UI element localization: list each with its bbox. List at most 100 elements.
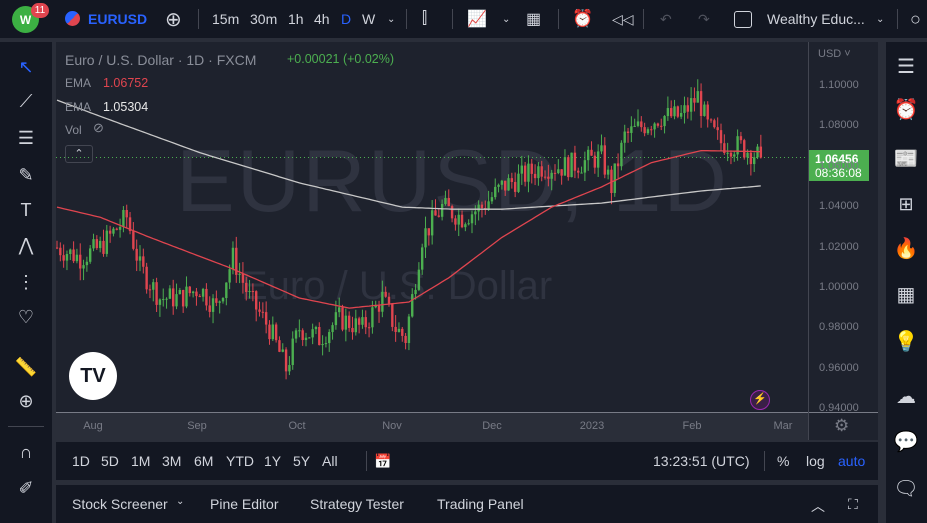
collapse-legend-button[interactable]: ⌃ [65, 145, 93, 163]
text-icon[interactable]: T [13, 197, 39, 223]
price-tick: 1.02000 [819, 240, 859, 253]
tradingview-logo[interactable]: TV [69, 352, 117, 400]
watchlist-icon[interactable]: ☰ [892, 52, 920, 80]
range-all[interactable]: All [322, 453, 338, 469]
news-icon[interactable]: 📰 [892, 144, 920, 172]
candle-body [191, 291, 195, 294]
symbol-search-button[interactable]: EURUSD [88, 0, 147, 38]
log-toggle[interactable]: log [806, 453, 825, 469]
candle-body [447, 197, 450, 207]
interval-d[interactable]: D [341, 0, 351, 38]
tab-trading-panel[interactable]: Trading Panel [437, 496, 524, 512]
redo-icon[interactable]: ↷ [698, 0, 710, 38]
currency-selector[interactable]: USD ˅ [818, 48, 851, 60]
candle-body [470, 214, 474, 224]
lightning-event-icon[interactable]: ⚡ [750, 390, 770, 410]
expand-panel-icon[interactable]: ︿ [811, 496, 825, 516]
range-5d[interactable]: 5D [101, 453, 119, 469]
candle-body [537, 166, 540, 179]
layout-grid-icon[interactable]: ▦ [526, 0, 541, 38]
cursor-icon[interactable]: ↖ [13, 54, 39, 80]
right-sidebar: ☰ ⏰ 📰 ⊞ 🔥 ▦ 💡 ☁ 💬 🗨 [886, 42, 927, 523]
streams-cloud-icon[interactable]: ☁ [892, 382, 920, 410]
brush-icon[interactable]: ✎ [13, 162, 39, 188]
undo-icon[interactable]: ↶ [660, 0, 672, 38]
price-tick: 0.96000 [819, 361, 859, 374]
indicators-icon[interactable]: 📈 [467, 0, 487, 38]
hotlists-fire-icon[interactable]: 🔥 [892, 234, 920, 262]
candles-icon[interactable]: ⫿ [422, 0, 427, 38]
magnet-icon[interactable]: ∩ [13, 439, 39, 465]
alerts-clock-icon[interactable]: ⏰ [892, 95, 920, 123]
candle-body [108, 230, 112, 234]
add-symbol-icon[interactable]: ⊕ [165, 0, 182, 38]
tab-stock-screener[interactable]: Stock Screener [72, 496, 168, 512]
chats-icon[interactable]: 💬 [892, 427, 920, 455]
range-1m[interactable]: 1M [131, 453, 150, 469]
range-1d[interactable]: 1D [72, 453, 90, 469]
interval-15m[interactable]: 15m [212, 0, 239, 38]
eye-hidden-icon[interactable]: ⊘ [93, 120, 104, 136]
fullscreen-square-icon[interactable] [734, 11, 752, 28]
utc-clock[interactable]: 13:23:51 (UTC) [653, 453, 749, 469]
price-axis[interactable]: USD ˅ 1.06456 08:36:08 1.10000 1.08000 1.0… [809, 42, 878, 414]
horizontal-lines-icon[interactable]: ☰ [13, 125, 39, 151]
pattern-icon[interactable]: ⋀ [13, 232, 39, 258]
candle-body [636, 121, 640, 126]
candle-body [59, 247, 62, 256]
candle-body [570, 152, 573, 178]
lock-drawing-icon[interactable]: ✐ [13, 475, 39, 501]
chevron-down-icon[interactable]: ⌄ [876, 0, 884, 38]
chevron-down-icon[interactable]: ⌄ [176, 496, 184, 507]
go-to-date-icon[interactable]: 📅 [374, 453, 391, 470]
interval-1h[interactable]: 1h [288, 0, 304, 38]
auto-toggle[interactable]: auto [838, 453, 865, 469]
candle-body [294, 330, 298, 339]
range-1y[interactable]: 1Y [264, 453, 281, 469]
candle-body [517, 173, 520, 192]
range-3m[interactable]: 3M [162, 453, 181, 469]
forecast-icon[interactable]: ⋮ [13, 269, 39, 295]
calendar-icon[interactable]: ▦ [892, 280, 920, 308]
candle-body [62, 255, 65, 261]
ideas-lightbulb-icon[interactable]: 💡 [892, 327, 920, 355]
time-axis[interactable]: Aug Sep Oct Nov Dec 2023 Feb Mar [56, 413, 808, 440]
ruler-icon[interactable]: 📏 [13, 354, 39, 380]
interval-30m[interactable]: 30m [250, 0, 277, 38]
price-plot[interactable] [56, 42, 808, 412]
replay-icon[interactable]: ◁◁ [612, 0, 634, 38]
alert-clock-icon[interactable]: ⏰ [572, 0, 593, 38]
percent-toggle[interactable]: % [777, 453, 789, 469]
layout-name-button[interactable]: Wealthy Educ... [767, 0, 865, 38]
range-5y[interactable]: 5Y [293, 453, 310, 469]
candle-body [397, 328, 401, 332]
tab-strategy-tester[interactable]: Strategy Tester [310, 496, 404, 512]
maximize-panel-icon[interactable]: ⛶ [848, 496, 858, 513]
trend-line-icon[interactable]: ⟋ [13, 88, 39, 114]
interval-4h[interactable]: 4h [314, 0, 330, 38]
settings-gear-icon[interactable]: ⚙ [834, 416, 849, 436]
interval-w[interactable]: W [362, 0, 375, 38]
heart-icon[interactable]: ♡ [13, 304, 39, 330]
candle-body [384, 291, 387, 297]
divider [8, 426, 44, 427]
candle-body [467, 223, 470, 225]
candle-body [407, 316, 411, 344]
range-6m[interactable]: 6M [194, 453, 213, 469]
time-tick: 2023 [579, 420, 605, 432]
chevron-down-icon[interactable]: ⌄ [387, 0, 395, 38]
chart-pane[interactable]: EURUSD, 1D Euro / U.S. Dollar Euro / U.S… [56, 42, 878, 440]
candle-body [573, 152, 577, 171]
search-icon[interactable]: ○ [910, 0, 921, 38]
zoom-in-icon[interactable]: ⊕ [13, 388, 39, 414]
add-list-icon[interactable]: ⊞ [892, 190, 920, 218]
time-tick: Aug [83, 420, 103, 432]
messages-icon[interactable]: 🗨 [892, 474, 920, 502]
candle-body [450, 206, 454, 219]
candle-body [135, 248, 138, 261]
tab-pine-editor[interactable]: Pine Editor [210, 496, 278, 512]
candle-body [211, 298, 215, 312]
chevron-down-icon[interactable]: ⌄ [502, 0, 510, 38]
range-ytd[interactable]: YTD [226, 453, 254, 469]
candle-body [89, 248, 92, 262]
